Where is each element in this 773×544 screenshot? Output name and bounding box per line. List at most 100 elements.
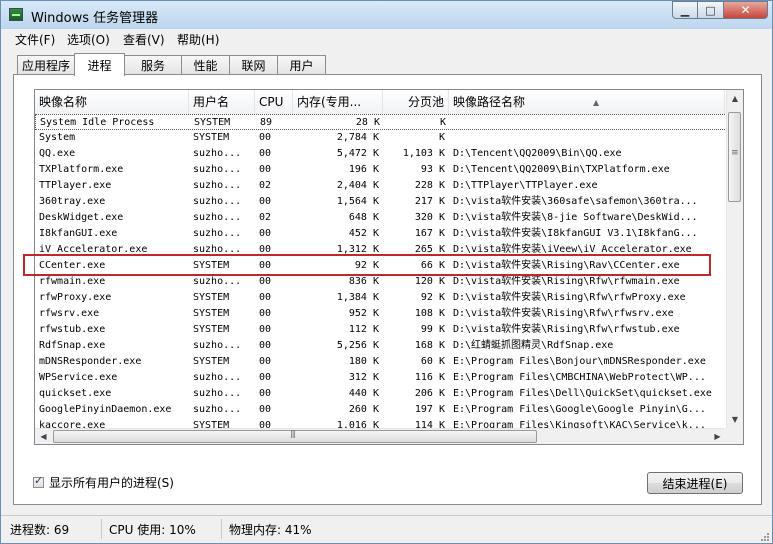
process-cpu: 00 [259, 308, 272, 319]
table-row[interactable]: QQ.exe suzho... 00 5,472 K 1,103 K D:\Tencent… [35, 146, 729, 162]
process-memory: 1,312 K [336, 244, 379, 255]
process-cpu: 00 [259, 292, 272, 303]
table-row[interactable]: mDNSResponder.exe SYSTEM 00 180 K 60 K E:\Pro… [35, 354, 729, 370]
tab-applications[interactable]: 应用程序 [17, 55, 75, 75]
process-paged-pool: 99 K [420, 324, 445, 335]
process-image-path: D:\vista软件安装\Rising\Rfw\rfwProxy.exe [453, 292, 686, 303]
process-image-path: E:\Program Files\Dell\QuickSet\quickset.… [453, 388, 712, 399]
tab-networking[interactable]: 联网 [229, 55, 278, 75]
process-cpu: 00 [259, 164, 272, 175]
list-header: 映像名称 用户名 CPU 内存(专用... 分页池 映像路径名称 ▲ [35, 90, 743, 115]
process-cpu: 00 [259, 276, 272, 287]
tab-services[interactable]: 服务 [124, 55, 182, 75]
process-memory: 196 K [348, 164, 379, 175]
table-row[interactable]: rfwstub.exe SYSTEM 00 112 K 99 K D:\vista软件安装… [35, 322, 729, 338]
table-row[interactable]: 360tray.exe suzho... 00 1,564 K 217 K D:\vist… [35, 194, 729, 210]
table-row[interactable]: rfwmain.exe suzho... 00 836 K 120 K D:\vista软… [35, 274, 729, 290]
menu-help[interactable]: 帮助(H) [173, 31, 223, 48]
status-divider [101, 519, 102, 539]
table-row[interactable]: quickset.exe suzho... 00 440 K 206 K E:\Progr… [35, 386, 729, 402]
table-row[interactable]: TTPlayer.exe suzho... 02 2,404 K 228 K D:\TTP… [35, 178, 729, 194]
table-row[interactable]: DeskWidget.exe suzho... 02 648 K 320 K D:\vis… [35, 210, 729, 226]
close-button[interactable]: ✕ [724, 1, 768, 19]
horizontal-scrollbar[interactable]: ◀ ▶ [35, 428, 726, 444]
horizontal-scroll-thumb[interactable] [53, 429, 537, 443]
tab-users[interactable]: 用户 [277, 55, 326, 75]
process-cpu: 00 [259, 404, 272, 415]
process-paged-pool: 320 K [414, 212, 445, 223]
column-header-paged-pool[interactable]: 分页池 [383, 90, 449, 114]
process-memory: 440 K [348, 388, 379, 399]
scroll-right-button[interactable]: ▶ [709, 429, 726, 444]
end-process-button[interactable]: 结束进程(E) [647, 472, 743, 494]
process-image-path: D:\Tencent\QQ2009\Bin\TXPlatform.exe [453, 164, 670, 175]
scroll-down-button[interactable]: ▼ [727, 411, 743, 428]
process-image-name: System [39, 132, 76, 143]
process-memory: 28 K [355, 117, 380, 128]
table-row[interactable]: rfwProxy.exe SYSTEM 00 1,384 K 92 K D:\vista软… [35, 290, 729, 306]
minimize-button[interactable]: ▁ [672, 1, 698, 19]
process-memory: 836 K [348, 276, 379, 287]
process-image-name: rfwProxy.exe [39, 292, 112, 303]
process-cpu: 02 [259, 212, 272, 223]
table-row[interactable]: I8kfanGUI.exe suzho... 00 452 K 167 K D:\vist… [35, 226, 729, 242]
process-memory: 1,384 K [336, 292, 379, 303]
process-user-name: suzho... [193, 164, 242, 175]
process-user-name: suzho... [193, 228, 242, 239]
process-user-name: suzho... [193, 196, 242, 207]
maximize-icon: □ [705, 3, 716, 17]
process-cpu: 00 [259, 388, 272, 399]
table-row[interactable]: GooglePinyinDaemon.exe suzho... 00 260 K 197… [35, 402, 729, 418]
tab-performance[interactable]: 性能 [181, 55, 230, 75]
processes-panel: 映像名称 用户名 CPU 内存(专用... 分页池 映像路径名称 ▲ Syste… [13, 74, 762, 505]
menu-file[interactable]: 文件(F) [11, 31, 59, 48]
show-all-users-checkbox[interactable] [33, 474, 44, 488]
maximize-button[interactable]: □ [698, 1, 724, 19]
table-row[interactable]: CCenter.exe SYSTEM 00 92 K 66 K D:\vista软件安装\… [35, 258, 729, 274]
process-user-name: suzho... [193, 276, 242, 287]
table-row[interactable]: TXPlatform.exe suzho... 00 196 K 93 K D:\Tenc… [35, 162, 729, 178]
process-image-name: TTPlayer.exe [39, 180, 112, 191]
column-header-user-name[interactable]: 用户名 [189, 90, 255, 114]
process-image-path: E:\Program Files\CMBCHINA\WebProtect\WP.… [453, 372, 706, 383]
process-cpu: 89 [260, 117, 273, 128]
process-paged-pool: 93 K [420, 164, 445, 175]
process-memory: 180 K [348, 356, 379, 367]
table-row[interactable]: iV Accelerator.exe suzho... 00 1,312 K 265 K… [35, 242, 729, 258]
vertical-scrollbar[interactable]: ▲ ▼ [726, 90, 743, 428]
process-image-path: D:\vista软件安装\iVeew\iV Accelerator.exe [453, 244, 692, 255]
process-image-name: iV Accelerator.exe [39, 244, 148, 255]
vertical-scroll-thumb[interactable] [728, 112, 741, 202]
column-header-memory[interactable]: 内存(专用... [293, 90, 383, 114]
show-all-users-label: 显示所有用户的进程(S) [49, 476, 174, 490]
table-row[interactable]: RdfSnap.exe suzho... 00 5,256 K 168 K D:\红蜻蜓抓… [35, 338, 729, 354]
process-list[interactable]: 映像名称 用户名 CPU 内存(专用... 分页池 映像路径名称 ▲ Syste… [34, 89, 744, 445]
close-icon: ✕ [740, 3, 751, 17]
table-row[interactable]: WPService.exe suzho... 00 312 K 116 K E:\Prog… [35, 370, 729, 386]
scroll-up-button[interactable]: ▲ [727, 90, 743, 107]
show-all-users-option[interactable]: 显示所有用户的进程(S) [33, 474, 174, 491]
table-row[interactable]: rfwsrv.exe SYSTEM 00 952 K 108 K D:\vista软件安装… [35, 306, 729, 322]
table-row[interactable]: System SYSTEM 00 2,784 K K [35, 130, 729, 146]
process-user-name: SYSTEM [193, 308, 230, 319]
column-header-image-path[interactable]: 映像路径名称 ▲ [449, 90, 725, 114]
resize-grip-icon[interactable] [760, 532, 770, 542]
process-image-path: D:\Tencent\QQ2009\Bin\QQ.exe [453, 148, 622, 159]
menu-options[interactable]: 选项(O) [63, 31, 114, 48]
process-image-name: rfwmain.exe [39, 276, 106, 287]
process-memory: 2,404 K [336, 180, 379, 191]
table-row[interactable]: System Idle Process SYSTEM 89 28 K K [35, 114, 729, 130]
column-header-image-name[interactable]: 映像名称 [35, 90, 189, 114]
column-header-cpu[interactable]: CPU [255, 90, 293, 114]
process-user-name: suzho... [193, 372, 242, 383]
process-image-name: WPService.exe [39, 372, 118, 383]
process-memory: 5,256 K [336, 340, 379, 351]
tab-processes[interactable]: 进程 [74, 53, 125, 76]
process-paged-pool: 66 K [420, 260, 445, 271]
scroll-left-button[interactable]: ◀ [35, 429, 52, 444]
process-user-name: SYSTEM [193, 292, 230, 303]
menu-view[interactable]: 查看(V) [119, 31, 169, 48]
process-cpu: 00 [259, 132, 272, 143]
process-user-name: SYSTEM [193, 132, 230, 143]
process-user-name: suzho... [193, 180, 242, 191]
